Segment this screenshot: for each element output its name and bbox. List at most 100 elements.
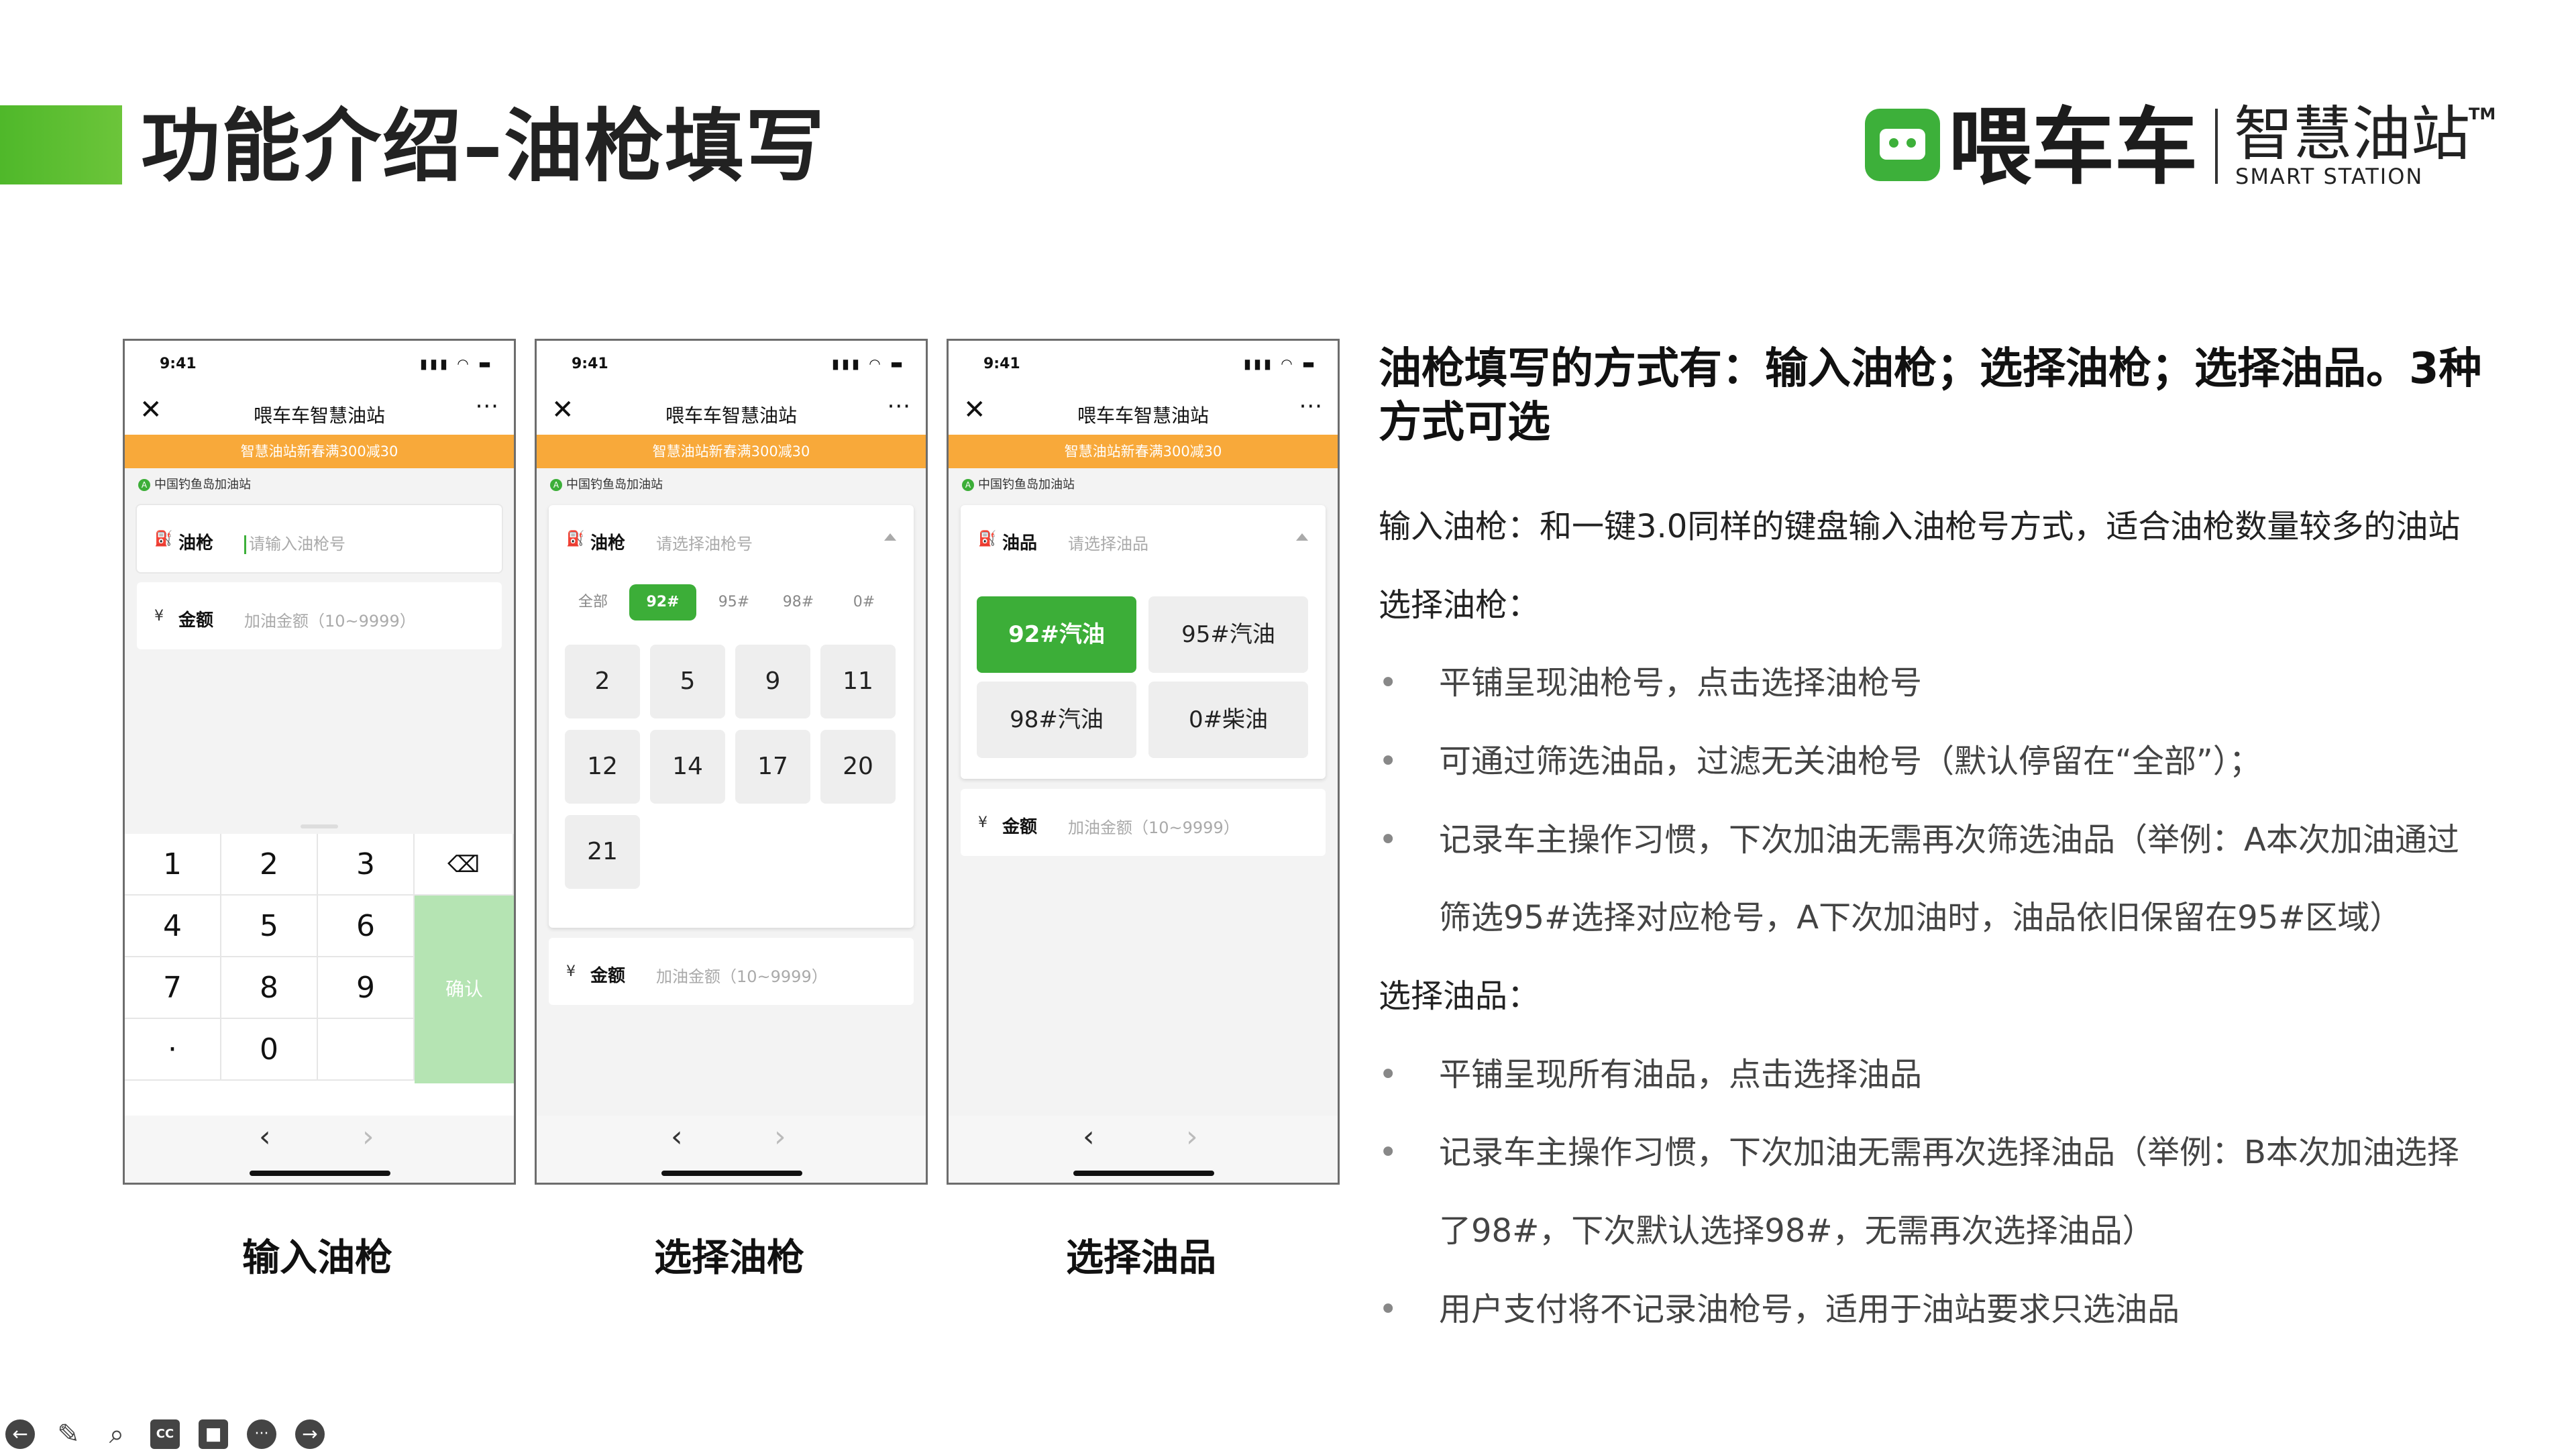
- key-3[interactable]: 3: [318, 834, 415, 896]
- logo-sub-cn: 智慧油站: [2234, 99, 2471, 168]
- gun-button[interactable]: 12: [565, 730, 640, 804]
- browser-bottom-nav: ‹ ›: [949, 1116, 1338, 1183]
- filter-95[interactable]: 95#: [710, 584, 758, 621]
- promo-banner[interactable]: 智慧油站新春满300减30: [537, 435, 926, 468]
- amount-label: 金额: [590, 966, 626, 986]
- promo-banner[interactable]: 智慧油站新春满300减30: [125, 435, 514, 468]
- gun-button[interactable]: 14: [650, 730, 725, 804]
- amount-input[interactable]: 加油金额（10~9999）: [244, 608, 416, 631]
- zoom-icon[interactable]: ⌕: [102, 1419, 131, 1449]
- gun-pump-icon: ⛽: [566, 531, 585, 547]
- gun-field-label: 油枪: [590, 533, 626, 553]
- bullet-item: • 记录车主操作习惯，下次加油无需再次筛选油品（举例：A本次加油通过: [1379, 813, 2459, 860]
- key-0[interactable]: 0: [221, 1019, 318, 1081]
- forward-arrow-icon[interactable]: ›: [362, 1120, 374, 1154]
- gun-placeholder: 请输入油枪号: [249, 535, 345, 553]
- page-title: 功能介绍–油枪填写: [141, 100, 826, 193]
- amount-field[interactable]: ¥ 金额 加油金额（10~9999）: [549, 938, 914, 1005]
- more-options-icon[interactable]: ···: [247, 1419, 276, 1449]
- key-7[interactable]: 7: [125, 957, 221, 1019]
- backspace-key[interactable]: ⌫: [415, 834, 514, 896]
- filter-98[interactable]: 98#: [774, 584, 822, 621]
- phone-select-oil: 9:41 ▮▮▮ ◠ ▬ ✕ 喂车车智慧油站 ··· 智慧油站新春满300减30…: [947, 339, 1340, 1185]
- video-icon[interactable]: ■: [199, 1419, 228, 1449]
- bullet-dot: •: [1379, 1134, 1398, 1171]
- gun-field[interactable]: ⛽ 油枪 请输入油枪号: [137, 505, 502, 572]
- oil-button-95[interactable]: 95#汽油: [1148, 596, 1308, 673]
- status-icons: ▮▮▮ ◠ ▬: [831, 356, 906, 372]
- caret-up-icon[interactable]: [1296, 533, 1308, 541]
- number-keypad: 1 2 3 ⌫ 4 5 6 7 8 9 · 0 确认: [125, 824, 514, 1116]
- back-arrow-icon[interactable]: ‹: [671, 1120, 683, 1154]
- yen-icon: ¥: [154, 608, 164, 625]
- captions-icon[interactable]: CC: [150, 1419, 180, 1449]
- gun-button[interactable]: 5: [650, 645, 725, 718]
- filter-92[interactable]: 92#: [629, 584, 696, 621]
- more-icon[interactable]: ···: [476, 393, 499, 420]
- amount-card[interactable]: ¥ 金额 加油金额（10~9999）: [137, 582, 502, 649]
- station-name: A 中国钓鱼岛加油站: [550, 475, 663, 492]
- keypad-handle[interactable]: [301, 824, 338, 828]
- phone-select-gun: 9:41 ▮▮▮ ◠ ▬ ✕ 喂车车智慧油站 ··· 智慧油站新春满300减30…: [535, 339, 928, 1185]
- more-icon[interactable]: ···: [888, 393, 911, 420]
- gun-button[interactable]: 11: [820, 645, 896, 718]
- gun-button[interactable]: 17: [735, 730, 810, 804]
- status-time: 9:41: [983, 356, 1020, 372]
- key-8[interactable]: 8: [221, 957, 318, 1019]
- promo-banner[interactable]: 智慧油站新春满300减30: [949, 435, 1338, 468]
- bullet-text: 可通过筛选油品，过滤无关油枪号（默认停留在“全部”）；: [1439, 743, 2261, 780]
- gun-input[interactable]: 请输入油枪号: [244, 531, 345, 554]
- logo-brand-text: 喂车车: [1948, 99, 2198, 196]
- bullet-dot: •: [1379, 743, 1398, 780]
- key-6[interactable]: 6: [318, 896, 415, 957]
- home-indicator[interactable]: [1073, 1171, 1214, 1176]
- home-indicator[interactable]: [661, 1171, 802, 1176]
- key-5[interactable]: 5: [221, 896, 318, 957]
- amount-label: 金额: [1002, 817, 1038, 837]
- amount-card[interactable]: ¥ 金额 加油金额（10~9999）: [961, 789, 1326, 856]
- bullet-item: • 可通过筛选油品，过滤无关油枪号（默认停留在“全部”）；: [1379, 735, 2261, 782]
- forward-arrow-icon[interactable]: ›: [1186, 1120, 1198, 1154]
- amount-input[interactable]: 加油金额（10~9999）: [1068, 814, 1240, 838]
- caret-up-icon[interactable]: [884, 533, 896, 541]
- gun-button[interactable]: 2: [565, 645, 640, 718]
- previous-slide-icon[interactable]: ←: [5, 1419, 35, 1449]
- key-4[interactable]: 4: [125, 896, 221, 957]
- description-headline: 油枪填写的方式有：输入油枪；选择油枪；选择油品。3种方式可选: [1379, 344, 2482, 447]
- filter-0[interactable]: 0#: [840, 584, 888, 621]
- more-icon[interactable]: ···: [1299, 393, 1323, 420]
- filter-all[interactable]: 全部: [569, 584, 617, 621]
- nav-bar: ✕ 喂车车智慧油站 ···: [537, 388, 926, 435]
- gun-input-card[interactable]: ⛽ 油枪 请输入油枪号: [137, 505, 502, 572]
- gun-button[interactable]: 9: [735, 645, 810, 718]
- oil-field[interactable]: ⛽ 油品 请选择油品: [961, 505, 1326, 572]
- gun-button[interactable]: 20: [820, 730, 896, 804]
- brand-logo: 喂车车 智慧油站 SMART STATION TM: [1865, 101, 2509, 195]
- gun-field[interactable]: ⛽ 油枪 请选择油枪号: [549, 505, 914, 572]
- gun-button[interactable]: 21: [565, 815, 640, 889]
- logo-tm: TM: [2469, 105, 2496, 123]
- key-9[interactable]: 9: [318, 957, 415, 1019]
- oil-button-92[interactable]: 92#汽油: [977, 596, 1136, 673]
- home-indicator[interactable]: [250, 1171, 390, 1176]
- key-dot[interactable]: ·: [125, 1019, 221, 1081]
- input-gun-description: 输入油枪：和一键3.0同样的键盘输入油枪号方式，适合油枪数量较多的油站: [1379, 508, 2461, 545]
- amount-card[interactable]: ¥ 金额 加油金额（10~9999）: [549, 938, 914, 1005]
- oil-button-98[interactable]: 98#汽油: [977, 682, 1136, 758]
- oil-button-0-diesel[interactable]: 0#柴油: [1148, 682, 1308, 758]
- yen-icon: ¥: [978, 814, 987, 831]
- amount-field[interactable]: ¥ 金额 加油金额（10~9999）: [137, 582, 502, 649]
- amount-field[interactable]: ¥ 金额 加油金额（10~9999）: [961, 789, 1326, 856]
- browser-bottom-nav: ‹ ›: [125, 1116, 514, 1183]
- amount-input[interactable]: 加油金额（10~9999）: [656, 963, 828, 987]
- back-arrow-icon[interactable]: ‹: [259, 1120, 271, 1154]
- next-slide-icon[interactable]: →: [295, 1419, 325, 1449]
- forward-arrow-icon[interactable]: ›: [774, 1120, 786, 1154]
- back-arrow-icon[interactable]: ‹: [1083, 1120, 1095, 1154]
- pen-icon[interactable]: ✎: [54, 1419, 83, 1449]
- key-1[interactable]: 1: [125, 834, 221, 896]
- confirm-key[interactable]: 确认: [415, 896, 514, 1083]
- key-2[interactable]: 2: [221, 834, 318, 896]
- oil-field-label: 油品: [1002, 533, 1038, 553]
- station-badge: A: [962, 479, 974, 491]
